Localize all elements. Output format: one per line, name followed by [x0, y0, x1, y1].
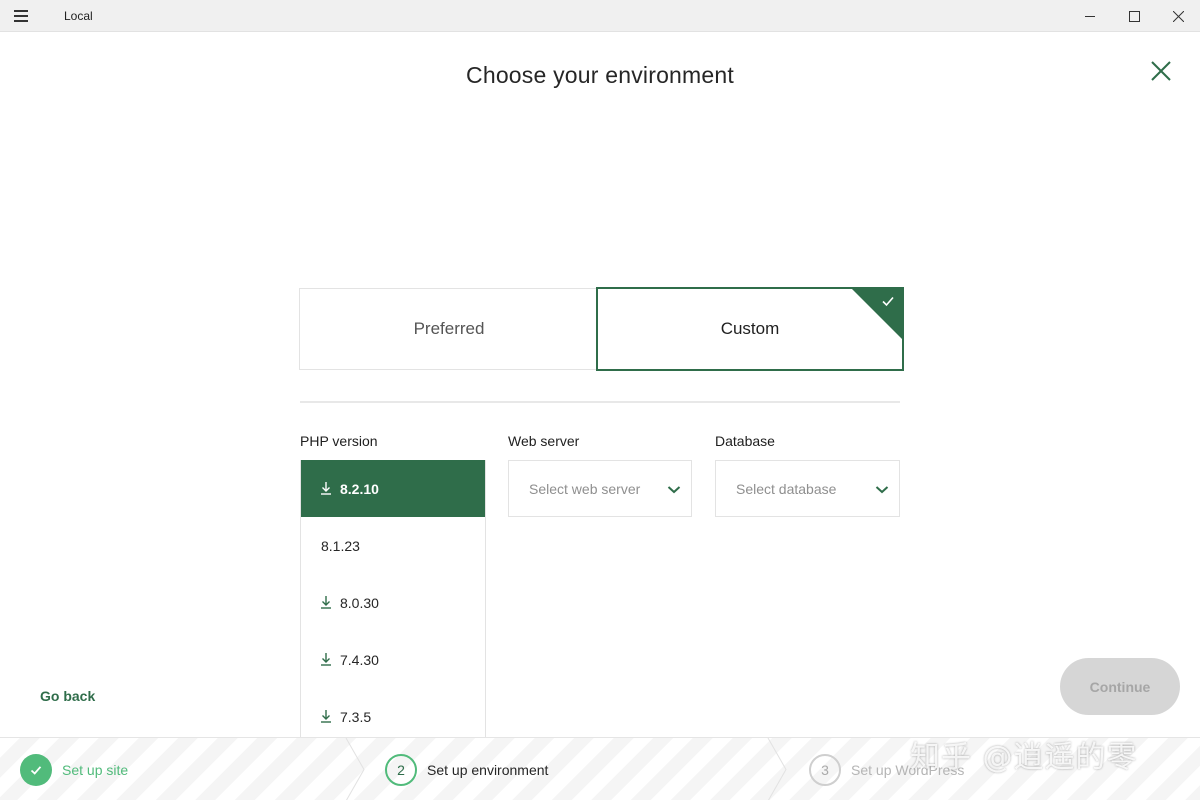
chevron-down-icon [667, 486, 681, 494]
download-icon [321, 482, 331, 495]
minimize-icon[interactable] [1068, 0, 1112, 32]
php-version-label: 8.1.23 [321, 537, 360, 554]
watermark: 知乎 @逍遥的零 [910, 740, 1138, 775]
window-titlebar: Local [0, 0, 1200, 32]
step-separator [767, 738, 787, 800]
chevron-down-icon [875, 486, 889, 494]
web-server-placeholder: Select web server [529, 480, 641, 497]
database-select[interactable]: Select database [715, 460, 900, 517]
download-icon [321, 596, 331, 609]
php-version-label: PHP version [300, 433, 378, 449]
step-label-set-up-site: Set up site [62, 762, 129, 778]
step-label-set-up-environment: Set up environment [427, 762, 549, 778]
php-version-label: 8.2.10 [340, 480, 379, 497]
app-title: Local [64, 9, 93, 23]
preferred-option-label: Preferred [413, 319, 485, 338]
preferred-option-card[interactable]: Preferred [299, 288, 599, 370]
php-version-label: 7.4.30 [340, 651, 379, 668]
maximize-icon[interactable] [1112, 0, 1156, 32]
php-version-label: 7.3.5 [340, 708, 372, 725]
web-server-select[interactable]: Select web server [508, 460, 692, 517]
custom-option-card[interactable]: Custom [596, 287, 904, 371]
close-icon[interactable] [1148, 58, 1174, 84]
php-version-option[interactable]: 8.2.10 [301, 460, 485, 517]
php-version-list: 8.2.10 8.1.23 8.0.30 7.4.30 7.3.5 [300, 460, 486, 746]
go-back-link[interactable]: Go back [40, 688, 95, 704]
download-icon [321, 653, 331, 666]
page-title: Choose your environment [466, 62, 734, 88]
step-number-badge: 3 [809, 754, 841, 786]
step-completed-icon [20, 754, 52, 786]
hamburger-icon[interactable] [14, 10, 28, 22]
step-separator [345, 738, 365, 800]
php-version-option[interactable]: 8.1.23 [301, 517, 485, 574]
checkmark-icon [882, 296, 894, 307]
php-version-option[interactable]: 8.0.30 [301, 574, 485, 631]
web-server-label: Web server [508, 433, 580, 449]
php-version-label: 8.0.30 [340, 594, 379, 611]
close-icon[interactable] [1156, 0, 1200, 32]
step-number-badge: 2 [385, 754, 417, 786]
database-label: Database [715, 433, 775, 449]
section-divider [300, 401, 900, 403]
custom-option-label: Custom [720, 319, 780, 338]
database-placeholder: Select database [736, 480, 837, 497]
php-version-option[interactable]: 7.4.30 [301, 631, 485, 688]
download-icon [321, 710, 331, 723]
continue-button[interactable]: Continue [1060, 658, 1180, 715]
